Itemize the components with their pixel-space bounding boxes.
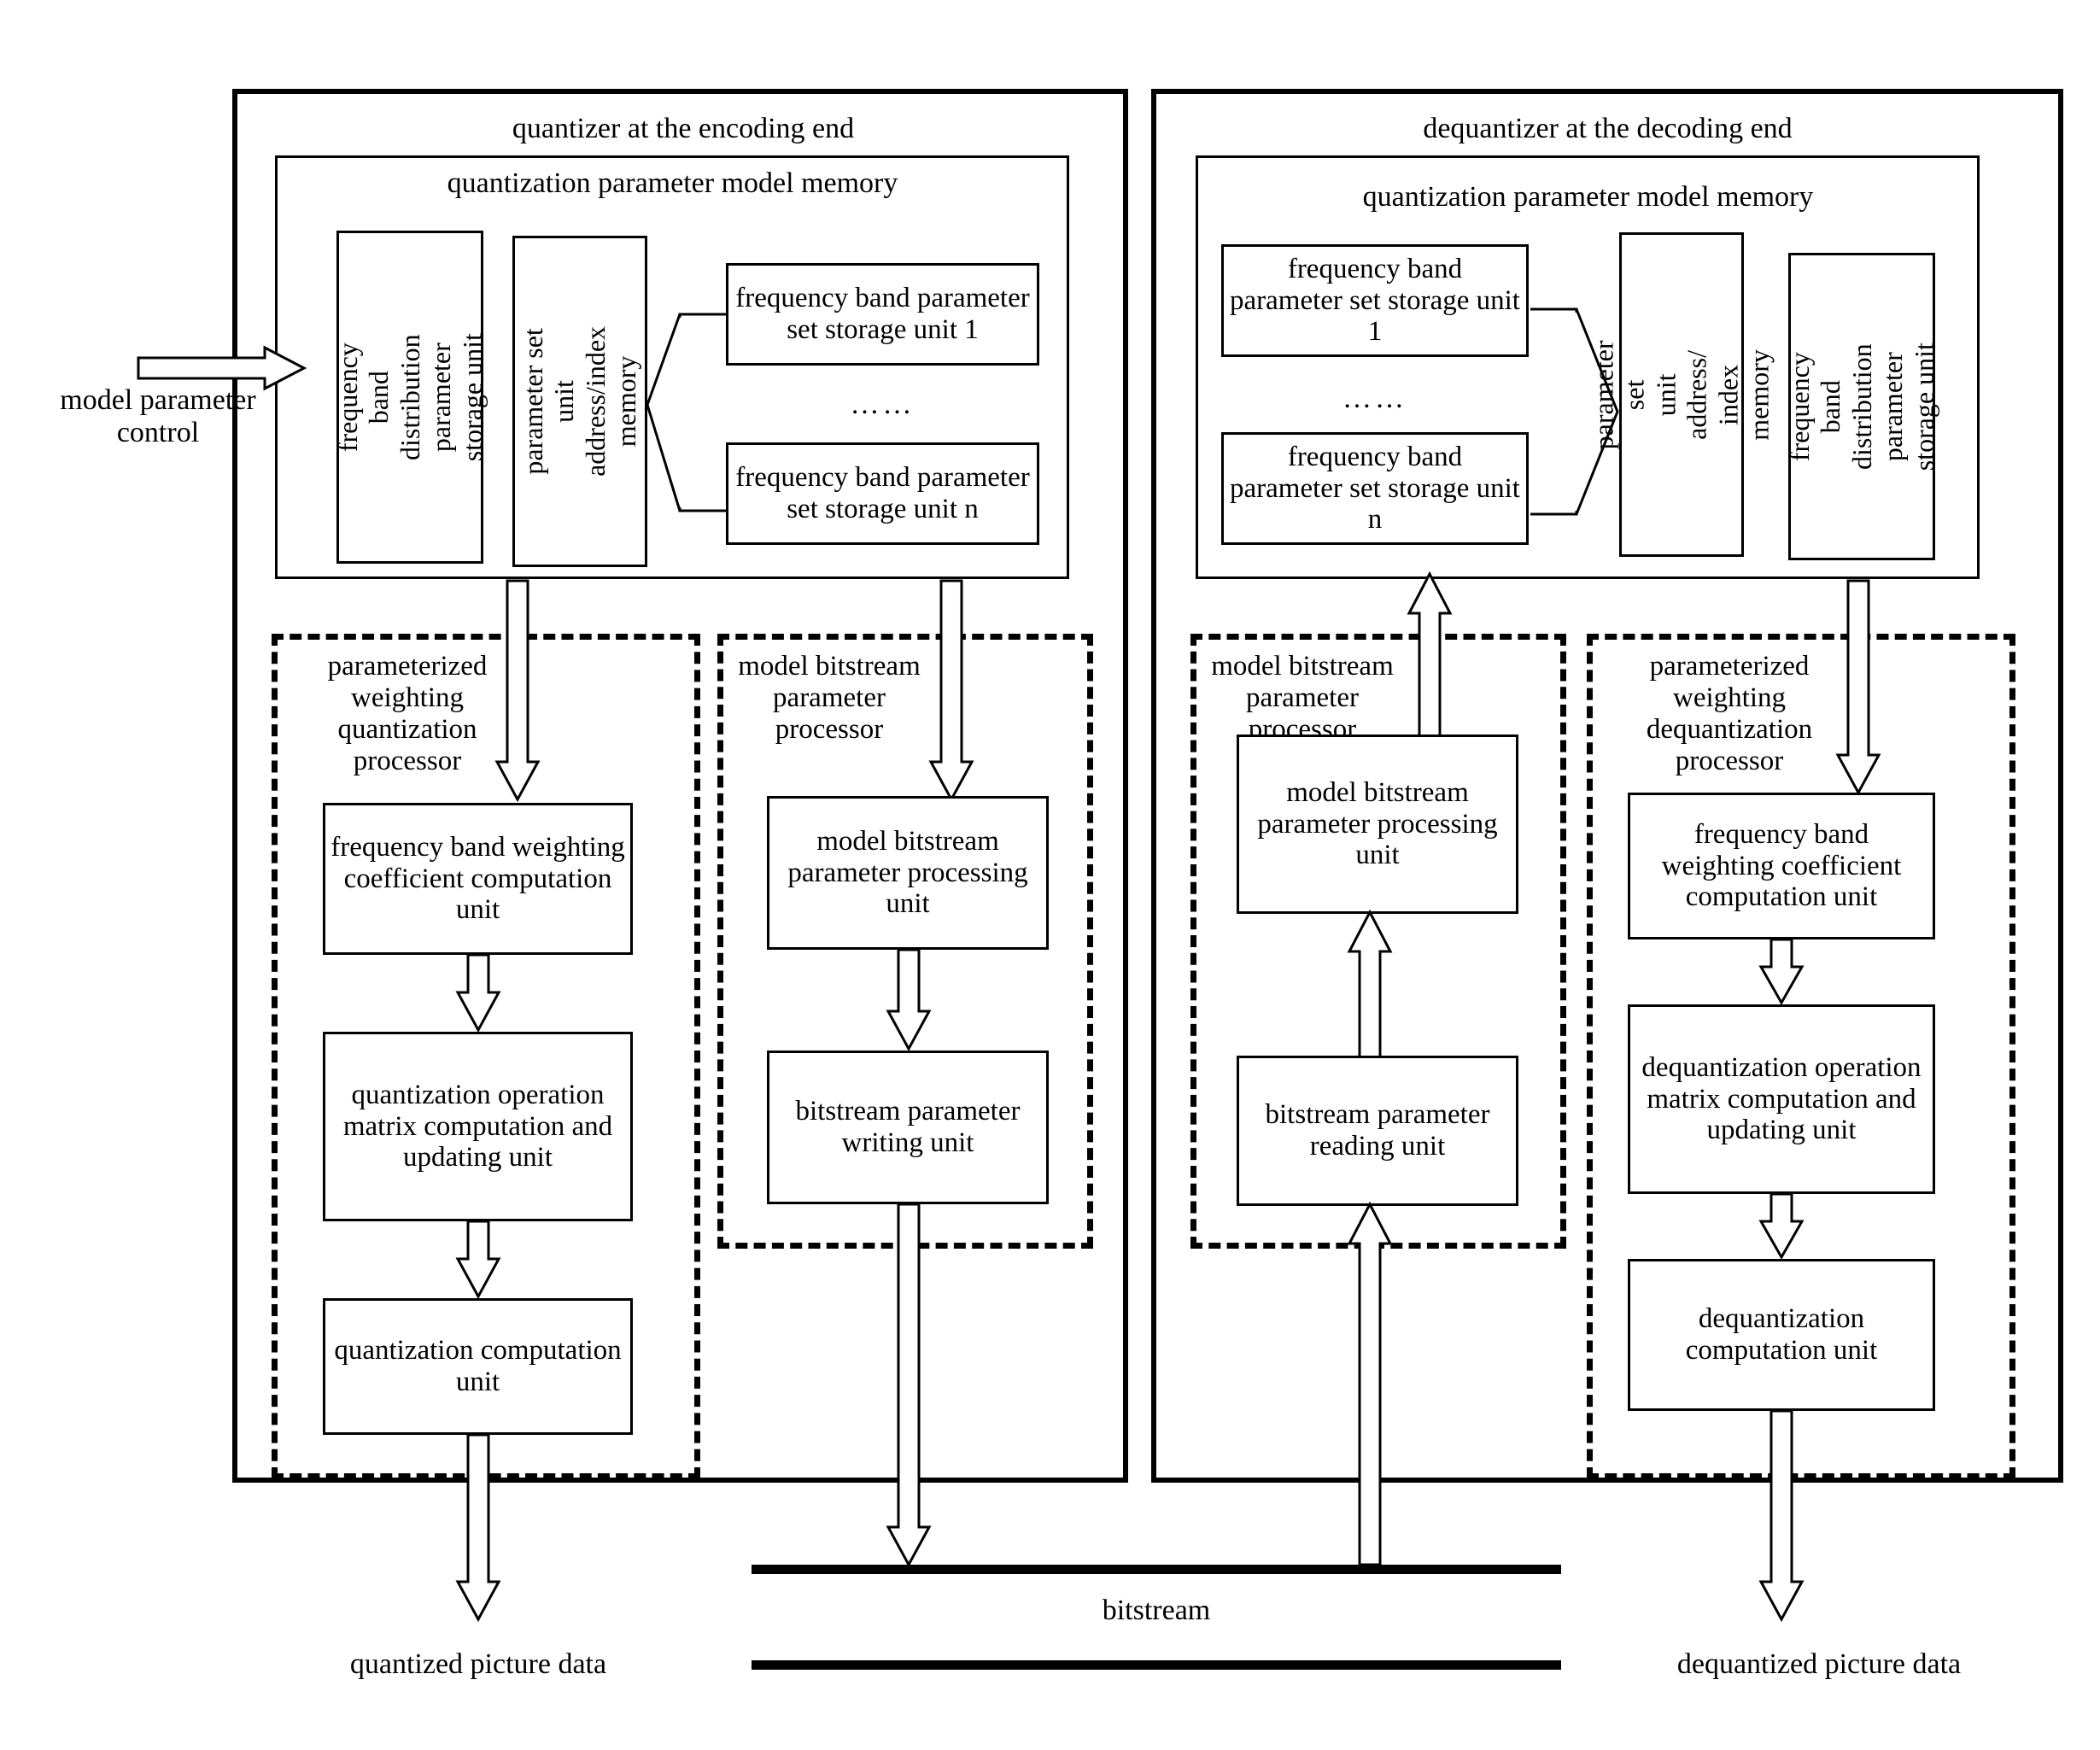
decoder-weighting-to-matrix-arrow bbox=[1758, 938, 1805, 1006]
decoder-freq-band-weighting-unit-label: frequency band weighting coefficient com… bbox=[1661, 818, 1902, 913]
quantized-picture-data-label: quantized picture data bbox=[349, 1648, 607, 1680]
bitstream-rail-top bbox=[752, 1565, 1561, 1574]
encoder-storage-unit-1: frequency band parameter set storage uni… bbox=[726, 263, 1039, 366]
encoder-param-set-address-label: parameter set unit address/index memory bbox=[518, 326, 642, 477]
encoder-quant-matrix-unit-label: quantization operation matrix computatio… bbox=[342, 1079, 613, 1173]
encoder-freq-band-weighting-unit: frequency band weighting coefficient com… bbox=[323, 803, 633, 955]
decoder-bitstream-reading-unit: bitstream parameter reading unit bbox=[1237, 1056, 1518, 1206]
encoder-bitstream-writing-unit-label: bitstream parameter writing unit bbox=[795, 1096, 1021, 1158]
encoder-quant-computation-unit-label: quantization computation unit bbox=[334, 1335, 622, 1397]
decoder-model-bitstream-processing-unit: model bitstream parameter processing uni… bbox=[1237, 735, 1518, 914]
encoder-storage-unit-1-label: frequency band parameter set storage uni… bbox=[735, 283, 1030, 345]
encoder-memory-to-bitstream-arrow bbox=[928, 579, 974, 803]
quantized-picture-data-arrow bbox=[455, 1433, 501, 1623]
patent-diagram-canvas: quantizer at the encoding end quantizati… bbox=[0, 0, 2100, 1750]
dequantized-picture-data-label: dequantized picture data bbox=[1676, 1648, 1962, 1680]
encoder-to-bitstream-rail-arrow bbox=[886, 1203, 932, 1568]
encoder-matrix-to-quant-arrow bbox=[455, 1220, 501, 1300]
decoder-dequant-computation-unit-label: dequantization computation unit bbox=[1685, 1303, 1878, 1366]
encoder-freq-band-weighting-unit-label: frequency band weighting coefficient com… bbox=[331, 831, 625, 926]
decoder-bitstream-reading-unit-label: bitstream parameter reading unit bbox=[1265, 1099, 1490, 1162]
decoder-param-set-address-label: parameter set unit address/ index memory bbox=[1588, 340, 1775, 449]
encoder-bitstream-processor-group-label: model bitstream parameter processor bbox=[738, 651, 921, 745]
encoder-storage-unit-n: frequency band parameter set storage uni… bbox=[726, 442, 1039, 545]
encoder-memory-bracket bbox=[646, 313, 726, 512]
decoder-param-set-address-box: parameter set unit address/ index memory bbox=[1588, 232, 1775, 557]
encoder-quant-computation-unit: quantization computation unit bbox=[323, 1298, 633, 1435]
decoder-reading-to-processing-arrow bbox=[1347, 909, 1393, 1059]
decoder-storage-unit-n: frequency band parameter set storage uni… bbox=[1221, 432, 1529, 545]
decoder-matrix-to-dequant-arrow bbox=[1758, 1192, 1805, 1261]
decoder-dequant-matrix-unit: dequantization operation matrix computat… bbox=[1628, 1004, 1935, 1194]
decoder-freq-band-distribution-box: frequency band distribution parameter st… bbox=[1784, 253, 1939, 560]
encoder-freq-band-distribution-label: frequency band distribution parameter st… bbox=[331, 332, 488, 462]
decoder-panel-title: dequantizer at the decoding end bbox=[1423, 113, 1793, 144]
decoder-memory-title: quantization parameter model memory bbox=[1362, 181, 1814, 213]
encoder-storage-ellipsis: …… bbox=[850, 389, 915, 420]
decoder-storage-unit-n-label: frequency band parameter set storage uni… bbox=[1230, 441, 1520, 536]
encoder-model-bitstream-processing-unit: model bitstream parameter processing uni… bbox=[767, 796, 1049, 950]
decoder-storage-ellipsis: …… bbox=[1342, 383, 1407, 414]
encoder-quant-processor-group-label: parameterized weighting quantization pro… bbox=[327, 651, 488, 776]
encoder-bitstream-writing-unit: bitstream parameter writing unit bbox=[767, 1051, 1049, 1204]
encoder-freq-band-distribution-box: frequency band distribution parameter st… bbox=[332, 231, 488, 564]
decoder-dequant-computation-unit: dequantization computation unit bbox=[1628, 1259, 1935, 1411]
encoder-memory-title: quantization parameter model memory bbox=[447, 167, 898, 199]
encoder-model-bitstream-processing-unit-label: model bitstream parameter processing uni… bbox=[787, 825, 1028, 920]
decoder-model-bitstream-processing-unit-label: model bitstream parameter processing uni… bbox=[1257, 776, 1498, 871]
decoder-dequant-matrix-unit-label: dequantization operation matrix computat… bbox=[1641, 1051, 1922, 1146]
decoder-storage-unit-1: frequency band parameter set storage uni… bbox=[1221, 244, 1529, 357]
bitstream-rail-bottom bbox=[752, 1660, 1561, 1670]
encoder-weighting-to-matrix-arrow bbox=[455, 953, 501, 1033]
encoder-panel-title: quantizer at the encoding end bbox=[512, 113, 855, 144]
decoder-dequant-processor-group-label: parameterized weighting dequantization p… bbox=[1646, 651, 1813, 776]
encoder-storage-unit-n-label: frequency band parameter set storage uni… bbox=[735, 462, 1030, 524]
bitstream-label: bitstream bbox=[1102, 1595, 1211, 1626]
model-parameter-control-label: model parameter control bbox=[60, 384, 256, 448]
bitstream-rail-to-decoder-arrow bbox=[1347, 1201, 1393, 1566]
encoder-quant-matrix-unit: quantization operation matrix computatio… bbox=[323, 1032, 633, 1221]
decoder-freq-band-distribution-label: frequency band distribution parameter st… bbox=[1783, 342, 1939, 471]
decoder-storage-unit-1-label: frequency band parameter set storage uni… bbox=[1230, 253, 1520, 348]
encoder-processing-to-writing-arrow bbox=[886, 948, 932, 1052]
decoder-memory-to-weighting-arrow bbox=[1835, 579, 1881, 796]
encoder-memory-to-weighting-arrow bbox=[494, 579, 541, 803]
dequantized-picture-data-arrow bbox=[1758, 1409, 1805, 1623]
decoder-freq-band-weighting-unit: frequency band weighting coefficient com… bbox=[1628, 793, 1935, 939]
decoder-bitstream-processor-group-label: model bitstream parameter processor bbox=[1211, 651, 1394, 745]
encoder-param-set-address-box: parameter set unit address/index memory bbox=[512, 236, 647, 567]
